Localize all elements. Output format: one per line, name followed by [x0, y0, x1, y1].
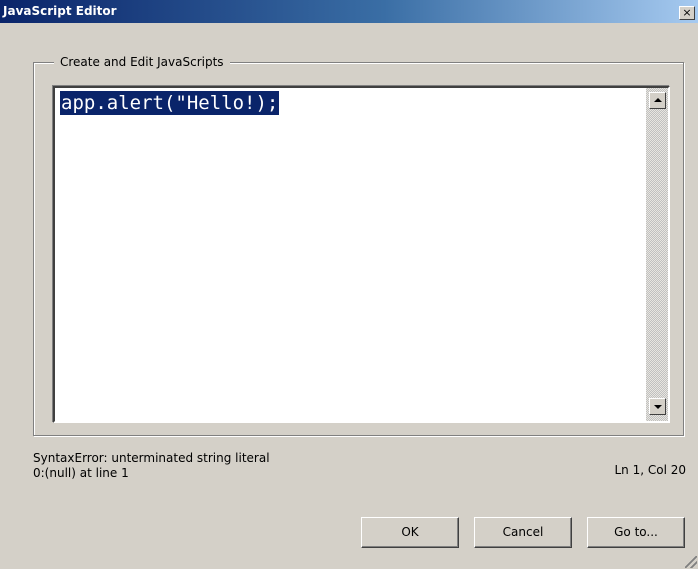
ok-button[interactable]: OK — [361, 517, 459, 548]
up-triangle-icon — [654, 98, 662, 102]
cancel-button[interactable]: Cancel — [474, 517, 572, 548]
vertical-scrollbar[interactable] — [646, 88, 668, 421]
resize-grip-icon[interactable] — [685, 556, 697, 568]
go-to-button[interactable]: Go to... — [587, 517, 685, 548]
title-bar[interactable]: JavaScript Editor × — [0, 0, 698, 24]
error-message: SyntaxError: unterminated string literal — [33, 451, 270, 465]
down-triangle-icon — [654, 405, 662, 409]
group-legend: Create and Edit JavaScripts — [54, 55, 230, 69]
scroll-up-arrow-icon[interactable] — [649, 92, 666, 109]
code-text-selected[interactable]: app.alert("Hello!); — [60, 91, 280, 115]
window-title: JavaScript Editor — [3, 4, 117, 18]
scroll-down-arrow-icon[interactable] — [649, 398, 666, 415]
code-editor[interactable]: app.alert("Hello!); — [53, 86, 670, 423]
close-icon[interactable]: × — [679, 6, 695, 20]
cursor-position: Ln 1, Col 20 — [614, 463, 686, 477]
error-location: 0:(null) at line 1 — [33, 466, 129, 480]
